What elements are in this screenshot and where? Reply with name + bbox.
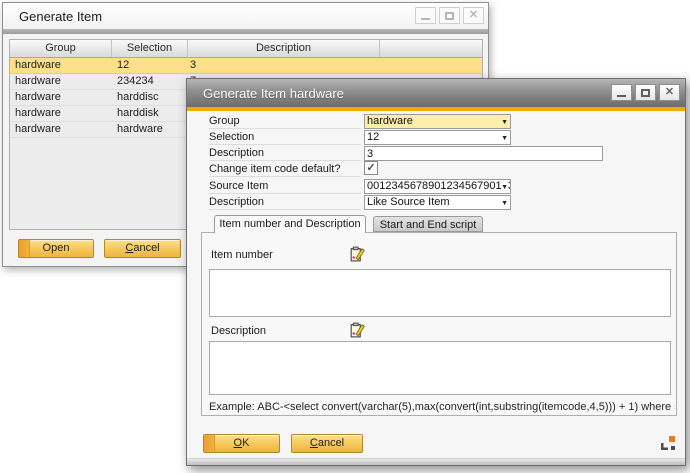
dropdown-arrow-icon[interactable]: ▼ — [501, 116, 508, 129]
close-button[interactable]: ✕ — [659, 84, 680, 101]
table-header-row: Group Selection Description — [10, 40, 482, 58]
minimize-button[interactable] — [611, 84, 632, 101]
window-title: Generate Item — [3, 9, 102, 24]
group-combo[interactable]: hardware ▼ — [364, 114, 511, 129]
change-item-code-label: Change item code default? — [209, 162, 361, 177]
minimize-icon — [617, 95, 626, 97]
close-icon: ✕ — [469, 10, 478, 21]
titlebar[interactable]: Generate Item hardware ✕ — [187, 79, 685, 107]
description-label: Description — [209, 146, 361, 161]
column-header-group[interactable]: Group — [10, 40, 112, 57]
selection-value: 12 — [367, 131, 379, 143]
close-button[interactable]: ✕ — [463, 7, 484, 24]
default-button-strip — [19, 240, 30, 257]
cell-selection: harddisk — [112, 106, 188, 121]
default-button-strip — [204, 435, 215, 452]
cell-group: hardware — [10, 74, 112, 89]
cancel-button-label: ancel — [318, 437, 344, 449]
ok-button[interactable]: OK — [203, 434, 280, 453]
dropdown-arrow-icon[interactable]: ▼ — [501, 132, 508, 145]
selection-combo[interactable]: 12 ▼ — [364, 130, 511, 145]
resize-grip-icon[interactable] — [660, 435, 676, 451]
source-description-combo[interactable]: Like Source Item ▼ — [364, 195, 511, 210]
cell-selection: 12 — [112, 58, 188, 73]
source-description-label: Description — [209, 195, 361, 210]
cell-group: hardware — [10, 90, 112, 105]
titlebar[interactable]: Generate Item ✕ — [3, 3, 488, 29]
statusbar — [187, 458, 685, 465]
group-label: Group — [209, 114, 361, 129]
minimize-button[interactable] — [415, 7, 436, 24]
minimize-icon — [421, 18, 430, 20]
selection-label: Selection — [209, 130, 361, 145]
source-item-label: Source Item — [209, 179, 361, 194]
cell-group: hardware — [10, 122, 112, 137]
cell-group: hardware — [10, 106, 112, 121]
item-number-label: Item number — [211, 249, 273, 261]
titlebar-accent-strip — [3, 29, 488, 34]
group-value: hardware — [367, 115, 413, 127]
cell-description: 3 — [188, 58, 380, 73]
cancel-button[interactable]: Cancel — [104, 239, 181, 258]
column-header-empty — [380, 40, 482, 57]
example-hint-text: Example: ABC-<select convert(varchar(5),… — [209, 401, 675, 413]
tab-item-number-and-description[interactable]: Item number and Description — [214, 215, 366, 233]
column-header-description[interactable]: Description — [188, 40, 380, 57]
open-button[interactable]: Open — [18, 239, 94, 258]
description-input[interactable] — [364, 146, 603, 161]
maximize-button[interactable] — [635, 84, 656, 101]
tab-panel: Item number Description Example: ABC-<se… — [201, 232, 677, 416]
dropdown-arrow-icon[interactable]: ▼ — [501, 181, 508, 194]
maximize-icon — [445, 12, 454, 20]
cell-selection: 234234 — [112, 74, 188, 89]
close-icon: ✕ — [665, 87, 674, 98]
column-header-selection[interactable]: Selection — [112, 40, 188, 57]
cell-group: hardware — [10, 58, 112, 73]
maximize-button[interactable] — [439, 7, 460, 24]
change-item-code-checkbox[interactable]: ✓ — [364, 161, 378, 175]
source-item-value: 00123456789012345679012345 — [367, 180, 511, 192]
cancel-button[interactable]: Cancel — [291, 434, 363, 453]
ok-mnemonic: O — [234, 437, 243, 449]
open-button-label: Open — [43, 242, 70, 254]
description-textarea[interactable] — [209, 341, 671, 395]
cell-selection: hardware — [112, 122, 188, 137]
window-title: Generate Item hardware — [187, 86, 344, 101]
titlebar-accent-strip — [187, 107, 685, 111]
checkmark-icon: ✓ — [366, 162, 375, 174]
source-description-value: Like Source Item — [367, 196, 450, 208]
panel-description-label: Description — [211, 325, 266, 337]
dropdown-arrow-icon[interactable]: ▼ — [501, 197, 508, 210]
cancel-mnemonic: C — [310, 437, 318, 449]
ok-button-label: K — [242, 437, 249, 449]
item-number-textarea[interactable] — [209, 269, 671, 317]
edit-script-icon[interactable] — [348, 322, 365, 339]
cancel-button-label: ancel — [133, 242, 159, 254]
source-item-combo[interactable]: 00123456789012345679012345 ▼ — [364, 179, 511, 194]
generate-item-hardware-dialog: Generate Item hardware ✕ Group hardware … — [186, 78, 686, 466]
tab-start-and-end-script[interactable]: Start and End script — [373, 216, 483, 232]
edit-script-icon[interactable] — [348, 246, 365, 263]
cell-selection: harddisc — [112, 90, 188, 105]
table-row[interactable]: hardware 12 3 — [10, 58, 482, 74]
maximize-icon — [641, 89, 650, 97]
